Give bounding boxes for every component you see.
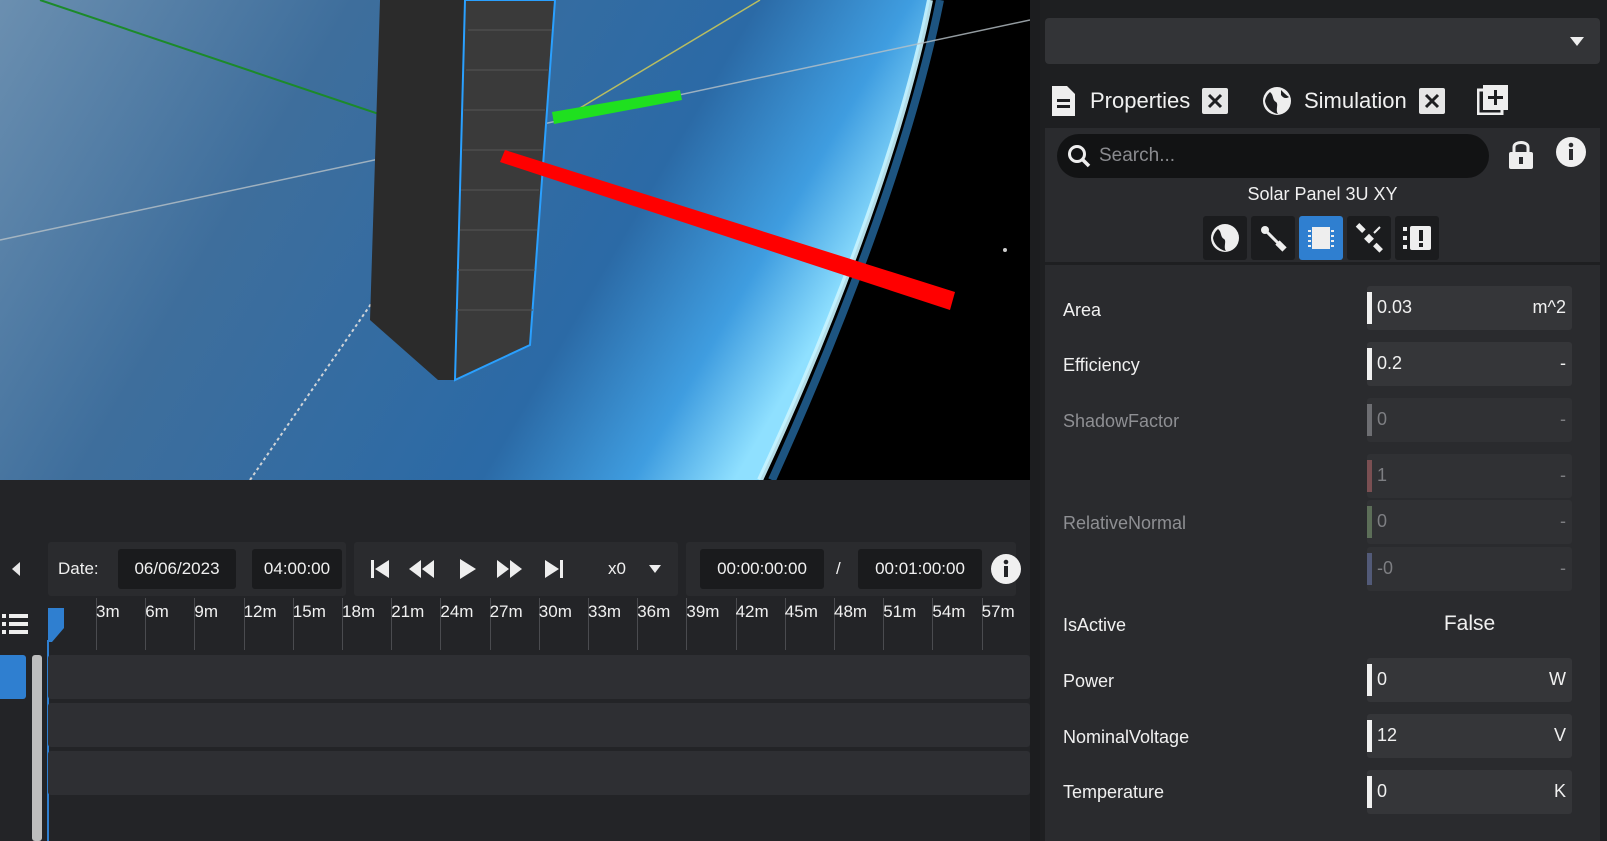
time-separator: / bbox=[836, 559, 841, 578]
document-icon bbox=[1052, 86, 1075, 116]
playback-group: x0 bbox=[354, 542, 678, 596]
total-time-field[interactable]: 00:01:00:00 bbox=[858, 549, 982, 589]
temperature-field[interactable]: 0 K bbox=[1367, 770, 1572, 814]
speed-value[interactable]: x0 bbox=[608, 549, 626, 589]
fast-forward-icon[interactable] bbox=[492, 549, 528, 589]
timeline-tick-label: 54m bbox=[932, 602, 966, 621]
close-icon[interactable] bbox=[1202, 88, 1229, 114]
tab-simulation-label: Simulation bbox=[1304, 88, 1407, 113]
memory-chip-icon[interactable] bbox=[1299, 216, 1343, 260]
efficiency-field[interactable]: 0.2 - bbox=[1367, 342, 1572, 386]
object-selector-dropdown[interactable] bbox=[1045, 18, 1600, 64]
track-selector[interactable] bbox=[0, 655, 26, 699]
playhead-marker[interactable] bbox=[48, 608, 64, 647]
satellite-icon[interactable] bbox=[1347, 216, 1391, 260]
timeline-track[interactable] bbox=[48, 655, 1030, 699]
property-label: Efficiency bbox=[1063, 355, 1140, 375]
property-label: IsActive bbox=[1063, 615, 1127, 635]
timeline-controls: Date: 06/06/2023 04:00:00 x0 00:00:00:00… bbox=[0, 542, 1030, 596]
globe-icon[interactable] bbox=[1203, 216, 1247, 260]
time-range-group: 00:00:00:00 / 00:01:00:00 bbox=[686, 542, 1016, 596]
vertical-scrollbar[interactable] bbox=[32, 655, 42, 841]
property-label: Power bbox=[1063, 671, 1115, 691]
category-tabs bbox=[1203, 216, 1439, 260]
timeline-tick-label: 21m bbox=[391, 602, 425, 621]
timeline-tick-label: 24m bbox=[440, 602, 474, 621]
search-placeholder: Search... bbox=[1099, 145, 1176, 166]
skip-start-icon[interactable] bbox=[362, 549, 398, 589]
date-field[interactable]: 06/06/2023 bbox=[118, 549, 236, 589]
divider bbox=[1045, 262, 1600, 265]
date-group: Date: 06/06/2023 04:00:00 bbox=[48, 542, 346, 596]
lock-icon[interactable] bbox=[1508, 138, 1534, 175]
property-label: ShadowFactor bbox=[1063, 411, 1180, 431]
timeline-tick-label: 30m bbox=[538, 602, 572, 621]
close-icon[interactable] bbox=[1418, 88, 1445, 114]
power-field[interactable]: 0 W bbox=[1367, 658, 1572, 702]
isactive-value[interactable]: False bbox=[1367, 612, 1572, 636]
add-tab-icon[interactable] bbox=[1476, 85, 1509, 120]
property-label: Temperature bbox=[1063, 782, 1165, 802]
info-icon[interactable] bbox=[1555, 136, 1587, 173]
selected-object-title: Solar Panel 3U XY bbox=[1247, 184, 1398, 204]
search-icon bbox=[1068, 145, 1091, 168]
tab-properties[interactable]: Properties bbox=[1050, 78, 1229, 124]
timeline-tick-label: 12m bbox=[243, 602, 277, 621]
timeline-tick-label: 6m bbox=[145, 602, 169, 621]
globe-icon bbox=[1263, 87, 1291, 115]
info-icon[interactable] bbox=[989, 549, 1023, 589]
timeline-tick-label: 48m bbox=[834, 602, 868, 621]
timeline-tick-label: 57m bbox=[981, 602, 1015, 621]
timeline-tick-label: 45m bbox=[784, 602, 818, 621]
time-field[interactable]: 04:00:00 bbox=[252, 549, 342, 589]
right-panel: Properties Simulation Search... Solar Pa… bbox=[1040, 0, 1607, 841]
timeline-ruler[interactable]: 3m 6m 9m 12m 15m 18m 21m 24m 27m 30m 33m 36m 39m 42m 4… bbox=[48, 598, 1030, 650]
relativenormal-y-field: 0 - bbox=[1367, 500, 1572, 544]
shadowfactor-field: 0 - bbox=[1367, 398, 1572, 442]
timeline-tick-label: 27m bbox=[489, 602, 523, 621]
play-icon[interactable] bbox=[450, 549, 486, 589]
timeline-tick-label: 39m bbox=[686, 602, 720, 621]
timeline-tick-label: 51m bbox=[883, 602, 917, 621]
timeline-tick-label: 36m bbox=[637, 602, 671, 621]
scene-render bbox=[0, 0, 1030, 480]
timeline-tick-label: 42m bbox=[735, 602, 769, 621]
timeline-tick-label: 18m bbox=[342, 602, 376, 621]
timeline-tick-label: 3m bbox=[96, 602, 120, 621]
property-label: RelativeNormal bbox=[1063, 513, 1187, 533]
timeline-tick-label: 9m bbox=[194, 602, 219, 621]
chevron-down-icon bbox=[1570, 37, 1584, 46]
area-field[interactable]: 0.03 m^2 bbox=[1367, 286, 1572, 330]
antenna-icon[interactable] bbox=[1251, 216, 1295, 260]
properties-panel: Search... Solar Panel 3U XY Area 0.03 m^… bbox=[1045, 128, 1600, 841]
rewind-icon[interactable] bbox=[404, 549, 440, 589]
alert-list-icon[interactable] bbox=[1395, 216, 1439, 260]
timeline-track[interactable] bbox=[48, 751, 1030, 795]
nominalvoltage-field[interactable]: 12 V bbox=[1367, 714, 1572, 758]
collapse-left-icon[interactable] bbox=[6, 549, 26, 589]
timeline-track[interactable] bbox=[48, 703, 1030, 747]
property-label: Area bbox=[1063, 300, 1102, 320]
date-label: Date: bbox=[58, 559, 99, 578]
tab-simulation[interactable]: Simulation bbox=[1262, 78, 1445, 124]
current-time-field[interactable]: 00:00:00:00 bbox=[700, 549, 824, 589]
timeline-tick-label: 15m bbox=[292, 602, 326, 621]
tab-properties-label: Properties bbox=[1090, 88, 1191, 113]
speed-dropdown-icon[interactable] bbox=[644, 549, 666, 589]
search-input[interactable]: Search... bbox=[1057, 134, 1489, 178]
skip-end-icon[interactable] bbox=[536, 549, 572, 589]
timeline-tick-label: 33m bbox=[588, 602, 622, 621]
property-label: NominalVoltage bbox=[1063, 727, 1190, 747]
relativenormal-x-field: 1 - bbox=[1367, 454, 1572, 498]
relativenormal-z-field: -0 - bbox=[1367, 547, 1572, 591]
3d-viewport[interactable] bbox=[0, 0, 1030, 480]
list-icon[interactable] bbox=[2, 612, 28, 641]
